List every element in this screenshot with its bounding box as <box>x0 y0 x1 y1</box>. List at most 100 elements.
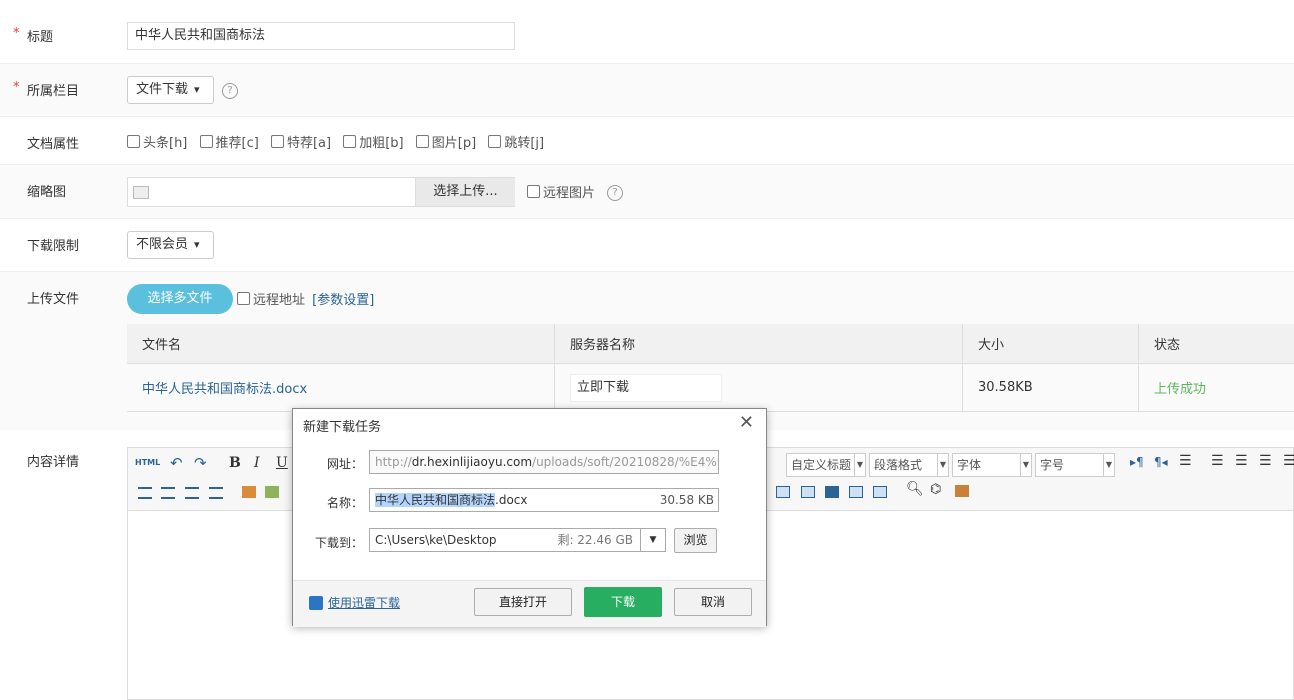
binoculars-icon[interactable]: ⌬ <box>930 482 941 497</box>
checkbox[interactable] <box>527 185 540 198</box>
remote-address-option: 远程地址 [参数设置] <box>237 289 374 308</box>
select-multi-files-button[interactable]: 选择多文件 <box>127 284 233 314</box>
cancel-button[interactable]: 取消 <box>674 588 752 616</box>
checkbox[interactable] <box>488 135 502 148</box>
column-header: 服务器名称 <box>554 324 963 364</box>
chevron-down-icon: ▼ <box>1103 454 1114 476</box>
rtl-icon[interactable]: ¶◂ <box>1154 455 1168 469</box>
justify-icon[interactable]: ☰ <box>1283 453 1294 469</box>
media-icon[interactable] <box>265 486 279 498</box>
table-row: 中华人民共和国商标法.docx 立即下载 30.58KB 上传成功 <box>127 363 1294 412</box>
checkbox[interactable] <box>343 135 357 148</box>
checkbox[interactable] <box>415 135 429 148</box>
italic-button[interactable]: I <box>254 455 260 471</box>
title-input[interactable]: 中华人民共和国商标法 <box>127 22 515 50</box>
required-mark: * <box>13 26 20 41</box>
checkbox[interactable] <box>199 135 213 148</box>
chevron-down-icon: ▼ <box>937 454 948 476</box>
category-label: 所属栏目 <box>27 84 80 99</box>
bold-button[interactable]: B <box>229 455 241 471</box>
font-size-select[interactable]: 字号 ▼ <box>1035 453 1115 477</box>
download-limit-label: 下载限制 <box>27 239 80 254</box>
free-space: 剩: 22.46 GB <box>557 533 633 547</box>
undo-icon[interactable]: ↶ <box>170 454 183 472</box>
paste-icon[interactable] <box>955 485 969 497</box>
open-directly-button[interactable]: 直接打开 <box>474 588 572 616</box>
upload-label: 上传文件 <box>27 292 80 307</box>
table-icon[interactable] <box>849 486 863 498</box>
checkbox[interactable] <box>270 135 284 148</box>
chevron-down-icon: ▼ <box>854 454 865 476</box>
attrs-label: 文档属性 <box>27 137 80 152</box>
row-thumb: 缩略图 选择上传... 远程图片 ? <box>0 165 1294 219</box>
save-path-field[interactable]: C:\Users\ke\Desktop 剩: 22.46 GB ▼ <box>369 528 666 552</box>
select-upload-button[interactable]: 选择上传... <box>415 178 515 206</box>
align-icon[interactable] <box>209 487 223 499</box>
row-title: * 标题 中华人民共和国商标法 <box>0 0 1294 64</box>
dialog-footer: 使用迅雷下载 直接打开 下载 取消 <box>293 580 766 627</box>
align-icon[interactable] <box>161 487 175 499</box>
align-center-icon[interactable]: ☰ <box>1235 453 1248 469</box>
thunder-download-link[interactable]: 使用迅雷下载 <box>328 594 400 611</box>
column-header: 文件名 <box>127 324 555 364</box>
server-name-cell: 立即下载 <box>554 363 963 412</box>
table-icon[interactable] <box>801 486 815 498</box>
attr-option[interactable]: 头条[h] <box>127 135 187 151</box>
status-cell: 上传成功 <box>1138 363 1294 412</box>
checkbox[interactable] <box>127 135 140 148</box>
server-name-input[interactable]: 立即下载 <box>570 373 722 402</box>
help-icon[interactable]: ? <box>607 185 623 201</box>
font-select[interactable]: 字体 ▼ <box>952 453 1032 477</box>
chevron-down-icon[interactable]: ▼ <box>640 529 665 551</box>
browse-button[interactable]: 浏览 <box>674 528 717 553</box>
underline-button[interactable]: U <box>276 455 288 471</box>
table-icon[interactable] <box>825 486 839 498</box>
filename-link[interactable]: 中华人民共和国商标法.docx <box>127 363 555 412</box>
checkbox[interactable] <box>237 292 250 305</box>
help-icon[interactable]: ? <box>222 83 238 99</box>
custom-heading-select[interactable]: 自定义标题 ▼ <box>786 453 866 477</box>
align-icon[interactable] <box>185 487 199 499</box>
thumb-label: 缩略图 <box>27 185 67 200</box>
category-value: 文件下载 <box>136 82 189 97</box>
paragraph-format-select[interactable]: 段落格式 ▼ <box>869 453 949 477</box>
attr-option[interactable]: 跳转[j] <box>488 135 544 151</box>
indent-icon[interactable]: ☰ <box>1179 453 1192 469</box>
settings-link[interactable]: [参数设置] <box>312 293 374 308</box>
name-label: 名称： <box>326 496 363 510</box>
download-limit-value: 不限会员 <box>136 237 189 252</box>
table-header-row: 文件名 服务器名称 大小 状态 <box>127 324 1294 364</box>
attr-option[interactable]: 加粗[b] <box>343 135 404 151</box>
close-icon[interactable]: ✕ <box>739 412 754 433</box>
column-header: 大小 <box>962 324 1139 364</box>
url-label: 网址： <box>326 457 363 471</box>
chevron-down-icon: ▾ <box>194 238 200 251</box>
ltr-icon[interactable]: ▸¶ <box>1130 455 1144 469</box>
page-icon[interactable] <box>874 486 888 498</box>
title-label: 标题 <box>27 30 54 45</box>
attr-option[interactable]: 推荐[c] <box>199 135 259 151</box>
image-icon[interactable] <box>242 486 256 498</box>
table-icon[interactable] <box>776 486 790 498</box>
redo-icon[interactable]: ↷ <box>194 454 207 472</box>
html-source-button[interactable]: HTML <box>135 458 160 467</box>
remote-image-option[interactable]: 远程图片 <box>527 182 595 201</box>
download-limit-select[interactable]: 不限会员 ▾ <box>127 231 214 259</box>
required-mark: * <box>13 80 20 95</box>
search-icon[interactable]: 🔍︎ <box>906 481 924 497</box>
attr-option[interactable]: 图片[p] <box>415 135 476 151</box>
download-button[interactable]: 下载 <box>584 587 662 617</box>
align-left-icon[interactable]: ☰ <box>1211 453 1224 469</box>
align-icon[interactable] <box>138 487 152 499</box>
name-field[interactable]: 中华人民共和国商标法.docx 30.58 KB <box>369 488 719 512</box>
file-size: 30.58 KB <box>659 493 714 507</box>
attr-option[interactable]: 特荐[a] <box>270 135 331 151</box>
dialog-title: 新建下载任务 <box>303 420 382 435</box>
row-category: * 所属栏目 文件下载 ▾ ? <box>0 64 1294 117</box>
thumb-input[interactable]: 选择上传... <box>127 177 515 207</box>
category-select[interactable]: 文件下载 ▾ <box>127 76 214 104</box>
image-icon <box>133 186 149 199</box>
files-table: 文件名 服务器名称 大小 状态 中华人民共和国商标法.docx 立即下载 30.… <box>127 324 1294 412</box>
url-field[interactable]: http://dr.hexinlijiaoyu.com/uploads/soft… <box>369 450 719 474</box>
align-right-icon[interactable]: ☰ <box>1259 453 1272 469</box>
